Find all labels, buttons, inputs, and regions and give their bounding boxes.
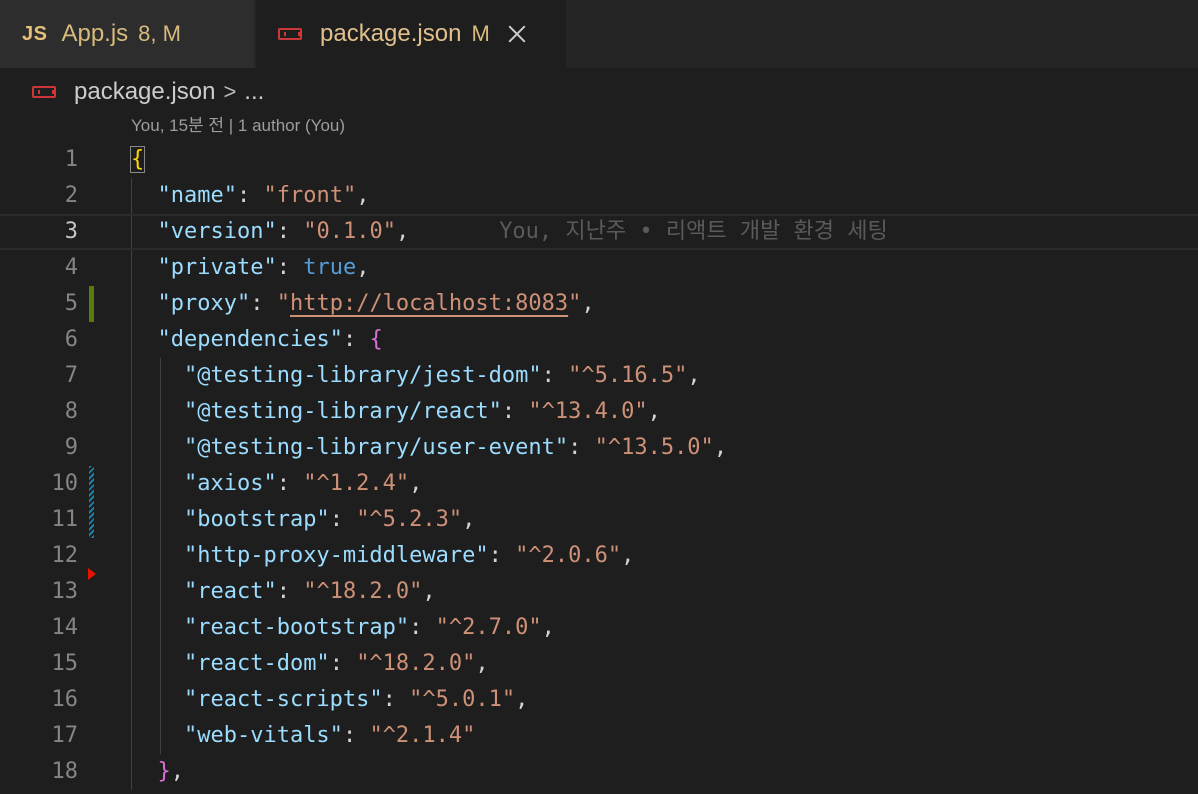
code-line: 8 "@testing-library/react": "^13.4.0", bbox=[0, 394, 1198, 430]
npm-file-icon bbox=[32, 86, 56, 98]
line-number: 4 bbox=[64, 255, 78, 280]
code-text: "bootstrap": "^5.2.3", bbox=[183, 507, 476, 532]
git-blame-codelens[interactable]: You, 15분 전 | 1 author (You) bbox=[131, 114, 345, 138]
tab-app-js[interactable]: JS App.js 8, M bbox=[0, 0, 254, 68]
line-number: 10 bbox=[51, 471, 79, 496]
code-text: "private": true, bbox=[157, 255, 370, 280]
code-text: "name": "front", bbox=[157, 183, 370, 208]
code-text: "dependencies": { bbox=[157, 327, 383, 352]
line-number: 9 bbox=[64, 435, 78, 460]
code-text: "react-dom": "^18.2.0", bbox=[183, 651, 489, 676]
code-line: 4 "private": true, bbox=[0, 250, 1198, 286]
line-number: 2 bbox=[64, 183, 78, 208]
code-text: }, bbox=[157, 759, 185, 784]
code-text: "@testing-library/react": "^13.4.0", bbox=[183, 399, 661, 424]
code-line: 6 "dependencies": { bbox=[0, 322, 1198, 358]
code-line: 5 "proxy": "http://localhost:8083", bbox=[0, 286, 1198, 322]
breadcrumb: package.json > ... bbox=[32, 74, 264, 110]
line-number: 11 bbox=[51, 507, 79, 532]
line-number: 7 bbox=[64, 363, 78, 388]
code-editor[interactable]: 1 { 2 "name": "front", 3 "version": "0.1… bbox=[0, 142, 1198, 794]
code-text: "@testing-library/user-event": "^13.5.0"… bbox=[183, 435, 728, 460]
line-number: 17 bbox=[51, 723, 79, 748]
line-number: 15 bbox=[51, 651, 79, 676]
chevron-right-icon: > bbox=[223, 79, 237, 104]
code-text: "proxy": "http://localhost:8083", bbox=[157, 291, 595, 316]
js-file-icon: JS bbox=[22, 22, 48, 45]
code-text: "axios": "^1.2.4", bbox=[183, 471, 423, 496]
code-line: 7 "@testing-library/jest-dom": "^5.16.5"… bbox=[0, 358, 1198, 394]
code-line: 17 "web-vitals": "^2.1.4" bbox=[0, 718, 1198, 754]
code-text: "http-proxy-middleware": "^2.0.6", bbox=[183, 543, 635, 568]
code-text: "react-bootstrap": "^2.7.0", bbox=[183, 615, 555, 640]
tab-package-json[interactable]: package.json M bbox=[256, 0, 566, 68]
line-number: 1 bbox=[64, 147, 78, 172]
line-number: 8 bbox=[64, 399, 78, 424]
code-line: 1 { bbox=[0, 142, 1198, 178]
code-line: 2 "name": "front", bbox=[0, 178, 1198, 214]
proxy-url-link[interactable]: http://localhost:8083 bbox=[290, 291, 568, 316]
line-number: 18 bbox=[51, 759, 79, 784]
code-text: "web-vitals": "^2.1.4" bbox=[183, 723, 476, 748]
tab-bar: JS App.js 8, M package.json M bbox=[0, 0, 1198, 68]
line-number: 5 bbox=[64, 291, 78, 316]
breadcrumb-file[interactable]: package.json bbox=[74, 78, 215, 106]
tab-label: package.json bbox=[320, 20, 462, 47]
code-line: 10 "axios": "^1.2.4", bbox=[0, 466, 1198, 502]
line-number: 6 bbox=[64, 327, 78, 352]
code-line: 13 "react": "^18.2.0", bbox=[0, 574, 1198, 610]
code-line: 9 "@testing-library/user-event": "^13.5.… bbox=[0, 430, 1198, 466]
tab-label: App.js bbox=[61, 20, 129, 47]
close-tab-icon[interactable] bbox=[506, 23, 528, 45]
line-number: 14 bbox=[51, 615, 79, 640]
line-number: 16 bbox=[51, 687, 79, 712]
npm-file-icon bbox=[278, 28, 302, 40]
code-text: "react": "^18.2.0", bbox=[183, 579, 436, 604]
code-line: 18 }, bbox=[0, 754, 1198, 790]
code-text: "@testing-library/jest-dom": "^5.16.5", bbox=[183, 363, 701, 388]
tab-status: 8, M bbox=[138, 21, 181, 46]
code-line: 15 "react-dom": "^18.2.0", bbox=[0, 646, 1198, 682]
line-number: 3 bbox=[64, 219, 78, 244]
line-number: 12 bbox=[51, 543, 79, 568]
tab-status: M bbox=[471, 21, 490, 46]
code-text: "react-scripts": "^5.0.1", bbox=[183, 687, 529, 712]
code-text: "version": "0.1.0", You, 지난주 • 리액트 개발 환경 … bbox=[157, 219, 888, 244]
inline-blame: You, 지난주 • 리액트 개발 환경 세팅 bbox=[499, 219, 888, 244]
code-text: { bbox=[129, 146, 146, 173]
code-line: 14 "react-bootstrap": "^2.7.0", bbox=[0, 610, 1198, 646]
code-line: 16 "react-scripts": "^5.0.1", bbox=[0, 682, 1198, 718]
code-line: 11 "bootstrap": "^5.2.3", bbox=[0, 502, 1198, 538]
code-line: 12 "http-proxy-middleware": "^2.0.6", bbox=[0, 538, 1198, 574]
code-line-current: 3 "version": "0.1.0", You, 지난주 • 리액트 개발 환… bbox=[0, 214, 1198, 250]
breadcrumb-more[interactable]: ... bbox=[244, 78, 264, 106]
line-number: 13 bbox=[51, 579, 79, 604]
